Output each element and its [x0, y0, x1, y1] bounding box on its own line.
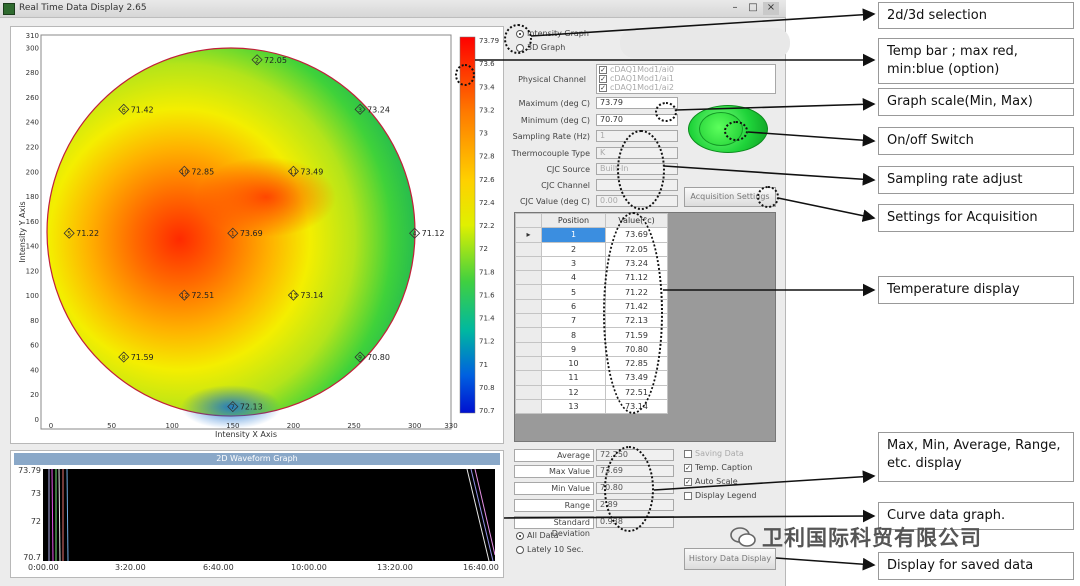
- note-temperature-display: Temperature display: [878, 276, 1074, 304]
- note-2d-3d-selection: 2d/3d selection: [878, 2, 1074, 29]
- wechat-icon: [730, 527, 756, 547]
- note-sampling-rate: Sampling rate adjust: [878, 166, 1074, 194]
- watermark-text: 卫利国际科贸有限公司: [762, 526, 982, 550]
- note-graph-scale: Graph scale(Min, Max): [878, 88, 1074, 116]
- note-saved-data: Display for saved data: [878, 552, 1074, 580]
- note-stats-display: Max, Min, Average, Range, etc. display: [878, 432, 1074, 482]
- note-acquisition-settings: Settings for Acquisition: [878, 204, 1074, 232]
- note-temp-bar: Temp bar ; max red, min:blue (option): [878, 38, 1074, 84]
- watermark: 卫利国际科贸有限公司: [730, 522, 982, 552]
- note-on-off-switch: On/off Switch: [878, 127, 1074, 155]
